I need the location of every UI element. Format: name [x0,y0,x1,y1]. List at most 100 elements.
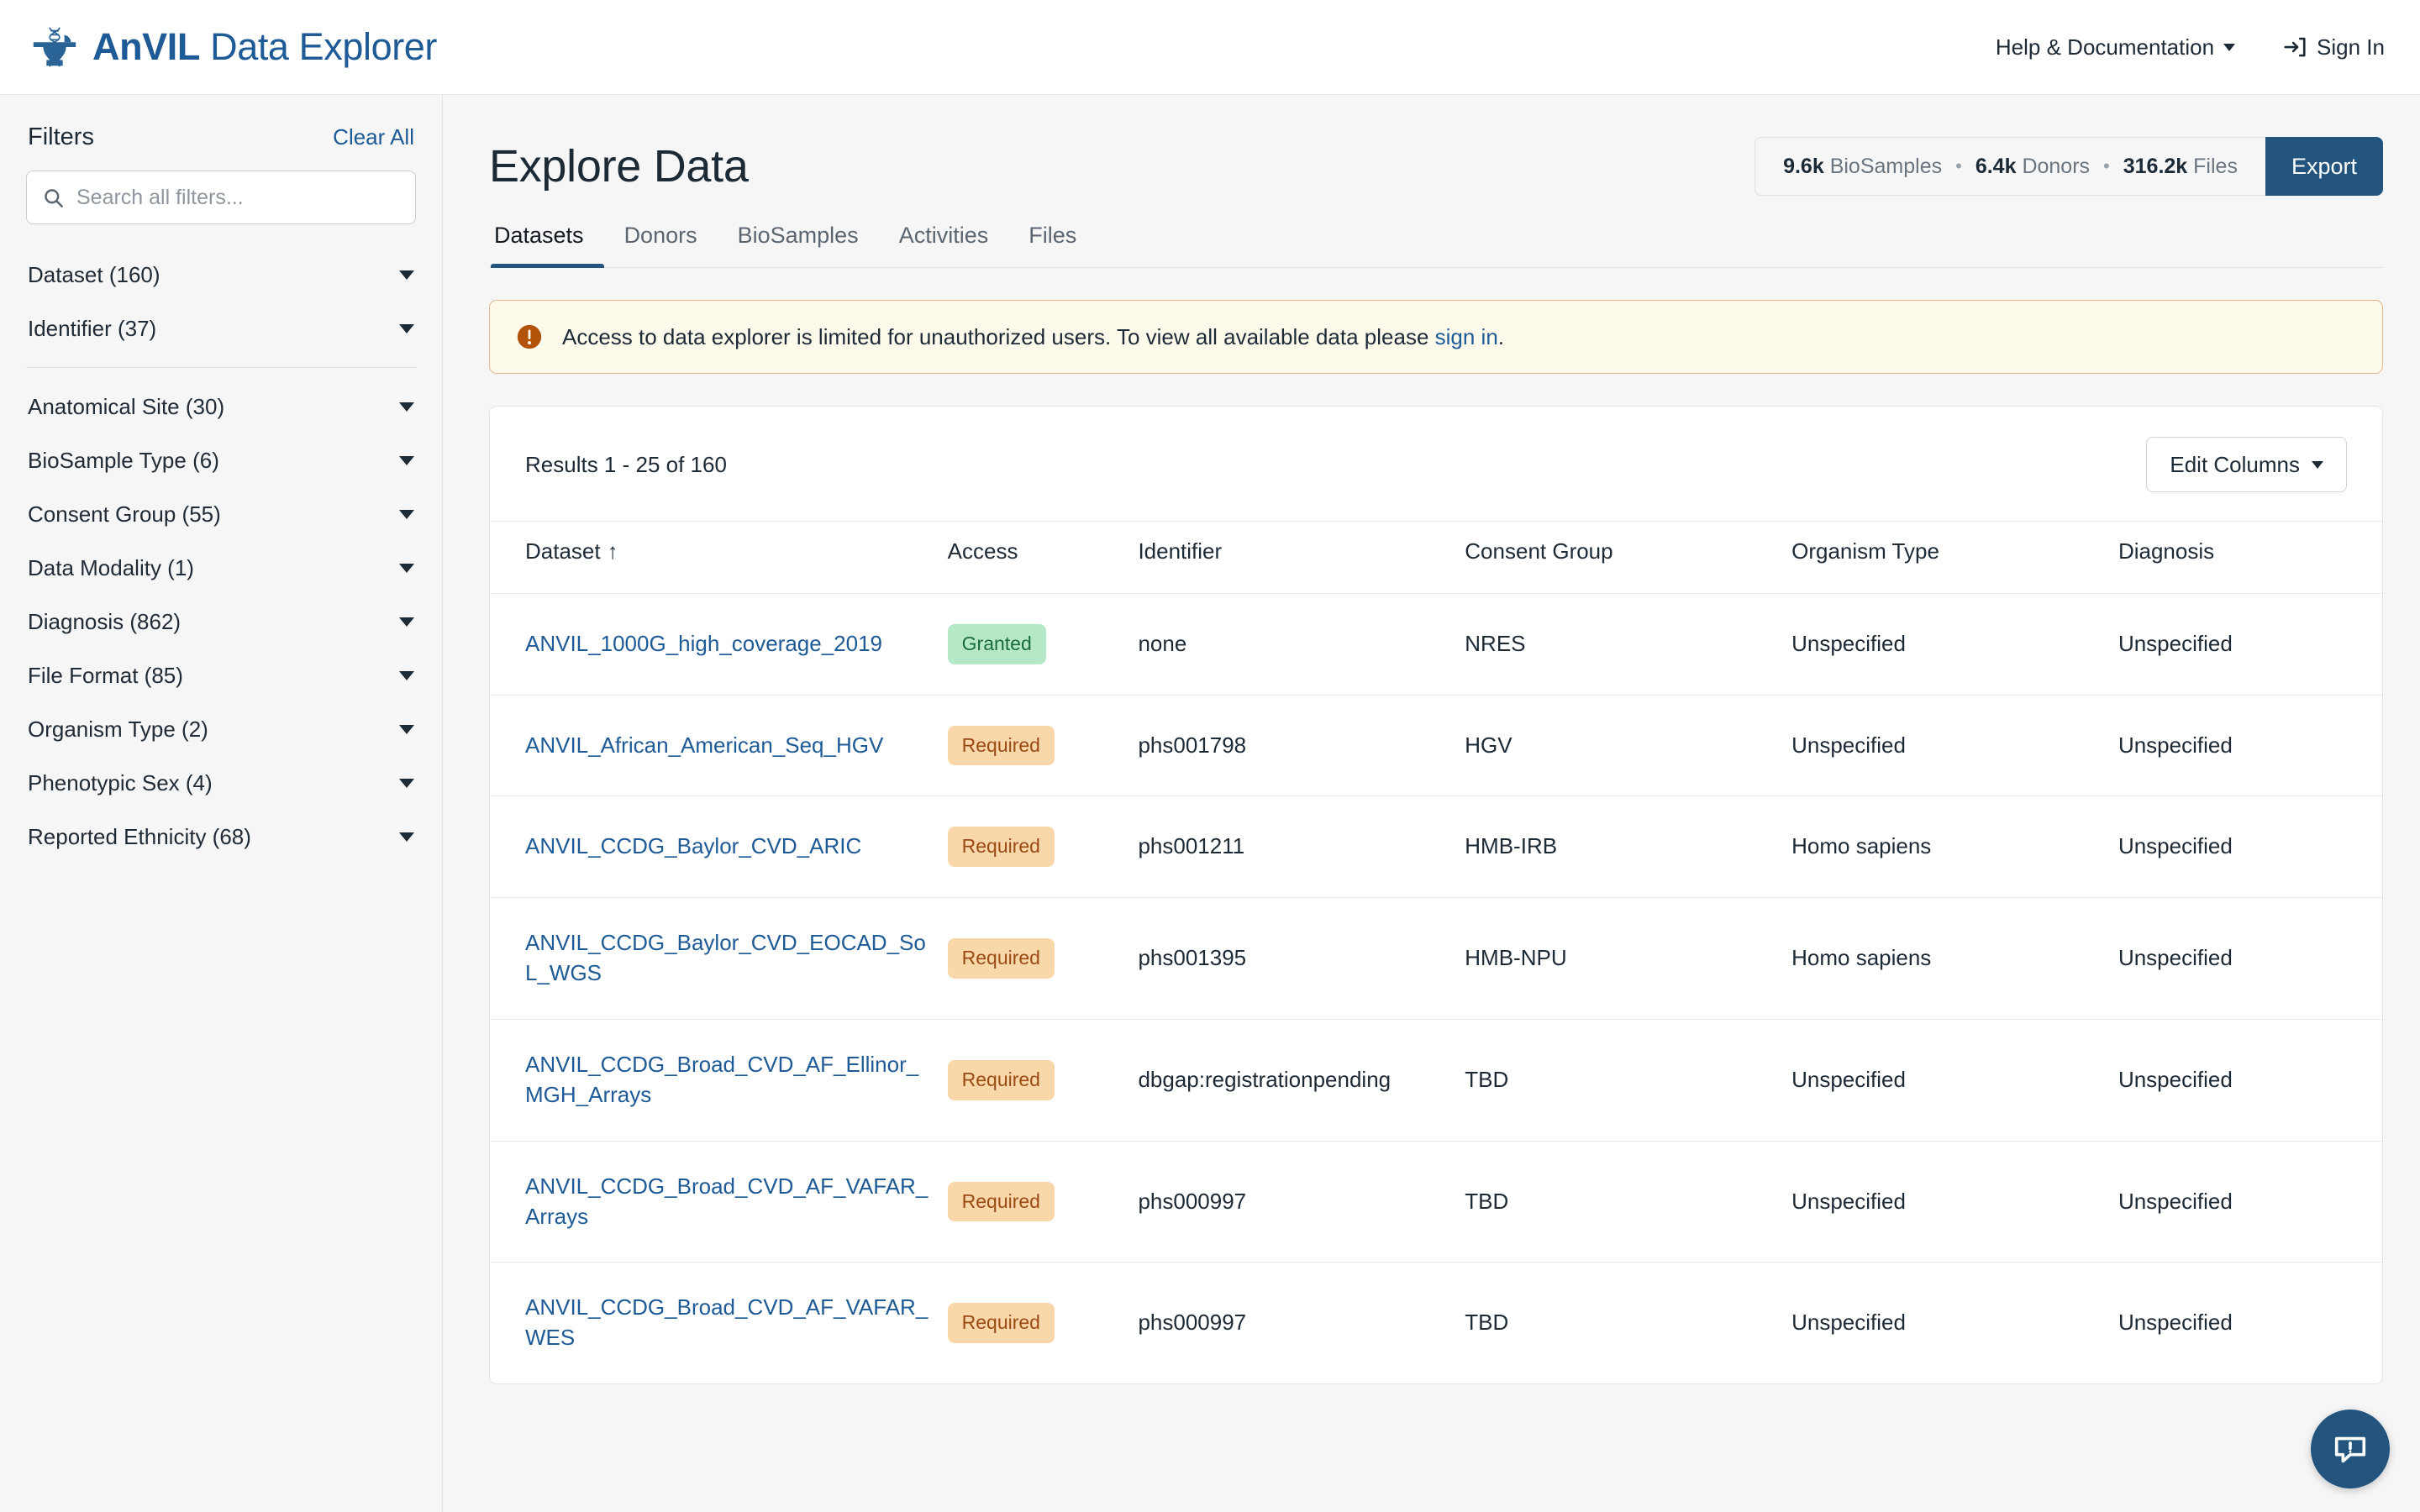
edit-columns-label: Edit Columns [2170,451,2300,477]
cell-identifier: phs001211 [1129,795,1457,898]
cell-consent-group: HGV [1456,694,1784,796]
entity-tabs: Datasets Donors BioSamples Activities Fi… [489,223,2383,268]
cell-organism-type: Unspecified [1783,694,2110,796]
feedback-button[interactable] [2311,1410,2390,1488]
edit-columns-button[interactable]: Edit Columns [2146,437,2347,492]
chevron-down-icon [2312,460,2323,469]
facet-label: BioSample Type (6) [28,447,219,473]
facet-label: Diagnosis (862) [28,608,182,634]
column-header-consent-group[interactable]: Consent Group [1456,521,1784,594]
help-documentation-menu[interactable]: Help & Documentation [1995,34,2236,60]
tab-donors[interactable]: Donors [604,223,718,267]
brand-title-light: Data Explorer [200,25,438,68]
table-row: ANVIL_1000G_high_coverage_2019 Granted n… [490,593,2382,696]
main-content: Explore Data 9.6k BioSamples • 6.4k Dono… [443,95,2420,1512]
table-header-row: Dataset ↑ Access Identifier Consent Group… [490,521,2382,594]
cell-diagnosis: Unspecified [2109,593,2382,696]
chevron-down-icon [399,509,414,519]
tab-activities[interactable]: Activities [879,223,1009,267]
facet-label: Organism Type (2) [28,716,208,742]
filter-search-box[interactable] [26,171,416,224]
table-row: ANVIL_CCDG_Baylor_CVD_EOCAD_SoL_WGS Requ… [490,897,2382,1020]
facet-identifier[interactable]: Identifier (37) [26,302,416,355]
cell-organism-type: Homo sapiens [1783,795,2110,898]
brand-title-bold: AnVIL [92,25,200,68]
tab-biosamples[interactable]: BioSamples [718,223,879,267]
stat-donors: 6.4k Donors [1975,155,2090,179]
table-row: ANVIL_CCDG_Broad_CVD_AF_VAFAR_Arrays Req… [490,1140,2382,1263]
facet-organism-type[interactable]: Organism Type (2) [26,702,416,756]
cell-dataset: ANVIL_CCDG_Broad_CVD_AF_Ellinor_MGH_Arra… [490,1018,939,1142]
chevron-down-icon [399,617,414,627]
help-documentation-label: Help & Documentation [1995,34,2215,60]
facet-group-secondary: Anatomical Site (30) BioSample Type (6) … [26,380,416,864]
feedback-chat-icon [2334,1436,2366,1463]
cell-dataset: ANVIL_CCDG_Baylor_CVD_EOCAD_SoL_WGS [490,897,939,1020]
chevron-down-icon [399,323,414,333]
dataset-link[interactable]: ANVIL_CCDG_Broad_CVD_AF_VAFAR_Arrays [525,1173,928,1229]
chevron-down-icon [399,270,414,280]
table-row: ANVIL_CCDG_Broad_CVD_AF_VAFAR_WES Requir… [490,1262,2382,1384]
column-header-organism-type[interactable]: Organism Type [1783,521,2110,594]
facet-reported-ethnicity[interactable]: Reported Ethnicity (68) [26,810,416,864]
facet-biosample-type[interactable]: BioSample Type (6) [26,433,416,487]
facet-dataset[interactable]: Dataset (160) [26,248,416,302]
dataset-link[interactable]: ANVIL_CCDG_Broad_CVD_AF_Ellinor_MGH_Arra… [525,1052,918,1107]
stat-donors-label: Donors [2022,154,2091,178]
dataset-link[interactable]: ANVIL_CCDG_Baylor_CVD_EOCAD_SoL_WGS [525,930,926,985]
summary-stats: 9.6k BioSamples • 6.4k Donors • 316.2k F… [1754,137,2265,196]
cell-consent-group: TBD [1456,1018,1784,1142]
export-button[interactable]: Export [2265,137,2383,196]
chevron-down-icon [399,455,414,465]
facet-label: Dataset (160) [28,261,160,287]
alert-circle-icon [517,324,542,349]
cell-dataset: ANVIL_CCDG_Broad_CVD_AF_VAFAR_WES [490,1262,939,1384]
column-header-access[interactable]: Access [939,521,1130,594]
facet-file-format[interactable]: File Format (85) [26,648,416,702]
cell-consent-group: TBD [1456,1140,1784,1263]
chevron-down-icon [399,670,414,680]
stat-biosamples: 9.6k BioSamples [1783,155,1942,179]
cell-identifier: phs000997 [1129,1262,1457,1384]
cell-access: Required [939,694,1130,796]
status-badge: Required [947,1303,1055,1344]
facet-diagnosis[interactable]: Diagnosis (862) [26,595,416,648]
brand-title: AnVIL Data Explorer [92,25,437,69]
facet-data-modality[interactable]: Data Modality (1) [26,541,416,595]
cell-organism-type: Unspecified [1783,1262,2110,1384]
column-header-dataset[interactable]: Dataset ↑ [490,521,939,594]
dataset-link[interactable]: ANVIL_CCDG_Baylor_CVD_ARIC [525,833,861,858]
status-badge: Granted [947,624,1046,664]
status-badge: Required [947,827,1055,868]
cell-diagnosis: Unspecified [2109,795,2382,898]
column-header-diagnosis[interactable]: Diagnosis [2109,521,2382,594]
sign-in-button[interactable]: Sign In [2282,34,2385,60]
dataset-link[interactable]: ANVIL_1000G_high_coverage_2019 [525,631,882,656]
alert-sign-in-link[interactable]: sign in [1435,324,1498,349]
cell-consent-group: HMB-IRB [1456,795,1784,898]
search-icon [45,188,63,207]
facet-consent-group[interactable]: Consent Group (55) [26,487,416,541]
filters-sidebar: Filters Clear All Dataset (160) Identifi… [0,95,443,1512]
tab-files[interactable]: Files [1008,223,1097,267]
facet-divider [26,367,416,368]
facet-phenotypic-sex[interactable]: Phenotypic Sex (4) [26,756,416,810]
dataset-link[interactable]: ANVIL_African_American_Seq_HGV [525,732,883,758]
dataset-link[interactable]: ANVIL_CCDG_Broad_CVD_AF_VAFAR_WES [525,1294,928,1350]
tab-datasets[interactable]: Datasets [491,223,604,268]
cell-access: Required [939,1018,1130,1142]
column-header-identifier[interactable]: Identifier [1129,521,1457,594]
stat-biosamples-count: 9.6k [1783,154,1824,178]
brand[interactable]: AnVIL Data Explorer [29,21,437,73]
cell-diagnosis: Unspecified [2109,897,2382,1020]
facet-anatomical-site[interactable]: Anatomical Site (30) [26,380,416,433]
sort-ascending-icon: ↑ [607,538,618,564]
chevron-down-icon [399,724,414,734]
search-input[interactable] [76,185,400,210]
cell-organism-type: Unspecified [1783,593,2110,696]
facet-label: Phenotypic Sex (4) [28,769,213,795]
facet-label: Data Modality (1) [28,554,194,580]
clear-all-button[interactable]: Clear All [333,124,414,150]
chevron-down-icon [399,832,414,842]
results-toolbar: Results 1 - 25 of 160 Edit Columns [490,407,2382,521]
